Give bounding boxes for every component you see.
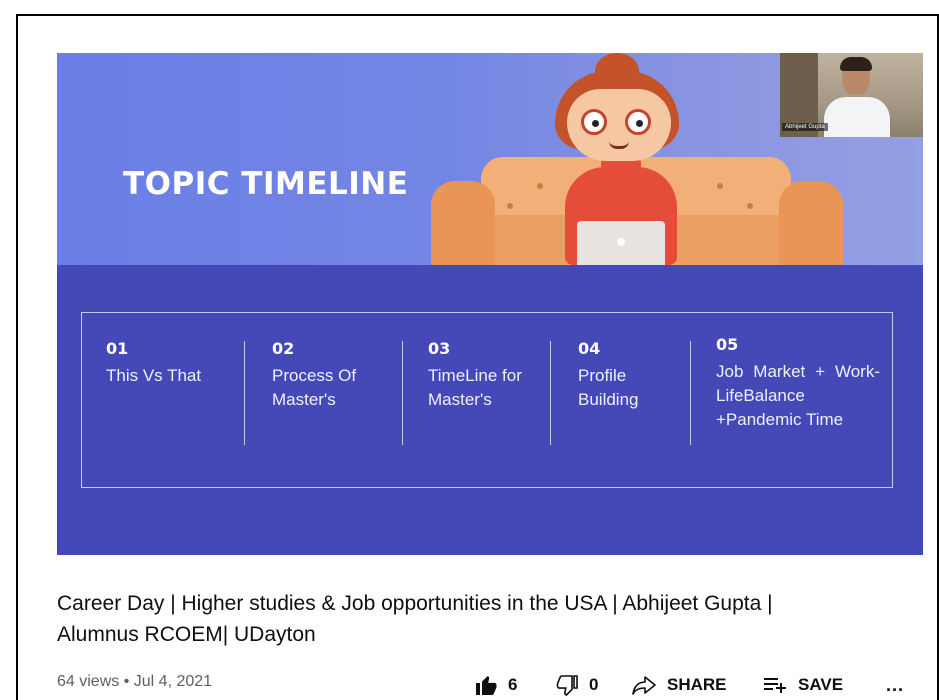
sofa-tuft — [717, 183, 723, 189]
share-arrow-icon — [632, 676, 656, 695]
dislike-count: 0 — [589, 675, 599, 694]
video-meta: 64 views • Jul 4, 2021 — [57, 673, 212, 691]
timeline-text: Process Of Master's — [272, 366, 357, 409]
timeline-item: 02 Process Of Master's — [272, 339, 392, 412]
like-button[interactable]: 6 — [474, 672, 517, 698]
share-button[interactable]: SHARE — [631, 672, 727, 698]
video-title-line: Career Day | Higher studies & Job opport… — [57, 592, 773, 615]
character-eye — [625, 109, 651, 135]
sofa-arm-right — [779, 181, 843, 265]
video-title: Career Day | Higher studies & Job opport… — [57, 588, 917, 650]
timeline-text: TimeLine for Master's — [428, 366, 522, 409]
timeline-number: 01 — [106, 339, 129, 358]
playlist-add-icon — [764, 678, 786, 693]
timeline-number: 02 — [272, 339, 295, 358]
timeline-divider — [402, 341, 403, 445]
more-actions-button[interactable]: ... — [886, 672, 904, 698]
topic-timeline-box: 01 This Vs That 02 Process Of Master's 0… — [81, 312, 893, 488]
timeline-item: 01 This Vs That — [106, 339, 236, 388]
video-title-line: Alumnus RCOEM| UDayton — [57, 623, 316, 646]
sofa-tuft — [507, 203, 513, 209]
sofa-arm-left — [431, 181, 495, 265]
sofa-tuft — [537, 183, 543, 189]
dislike-button[interactable]: 0 — [555, 672, 598, 698]
character-eye — [581, 109, 607, 135]
timeline-item: 03 TimeLine for Master's — [428, 339, 528, 412]
webcam-overlay: Abhijeet Gupta — [780, 53, 923, 137]
timeline-text: Job Market + Work-LifeBalance +Pandemic … — [716, 362, 880, 429]
laptop — [577, 221, 665, 265]
thumbs-down-icon — [556, 675, 578, 697]
timeline-divider — [550, 341, 551, 445]
video-player[interactable]: TOPIC TIMELINE Abhijeet Gupta 01 This Vs… — [57, 53, 923, 555]
timeline-item: 05 Job Market + Work-LifeBalance +Pandem… — [716, 335, 880, 432]
upload-date: Jul 4, 2021 — [133, 673, 213, 690]
sofa-tuft — [747, 203, 753, 209]
more-horizontal-icon: ... — [886, 674, 905, 695]
save-label: SAVE — [798, 675, 844, 694]
thumbs-up-icon — [476, 676, 497, 695]
webcam-person-hair — [840, 57, 872, 71]
timeline-number: 03 — [428, 339, 451, 358]
share-label: SHARE — [667, 675, 727, 694]
timeline-divider — [244, 341, 245, 445]
webcam-name-tag: Abhijeet Gupta — [782, 123, 828, 131]
timeline-item: 04 Profile Building — [578, 339, 678, 412]
timeline-text: This Vs That — [106, 366, 202, 385]
timeline-number: 04 — [578, 339, 601, 358]
meta-separator: • — [123, 673, 130, 690]
timeline-number: 05 — [716, 335, 739, 354]
timeline-text: Profile Building — [578, 366, 639, 409]
webcam-person-body — [824, 97, 890, 137]
slide-title: TOPIC TIMELINE — [123, 166, 409, 202]
save-button[interactable]: SAVE — [762, 672, 843, 698]
timeline-divider — [690, 341, 691, 445]
view-count: 64 views — [57, 673, 120, 690]
like-count: 6 — [508, 675, 518, 694]
